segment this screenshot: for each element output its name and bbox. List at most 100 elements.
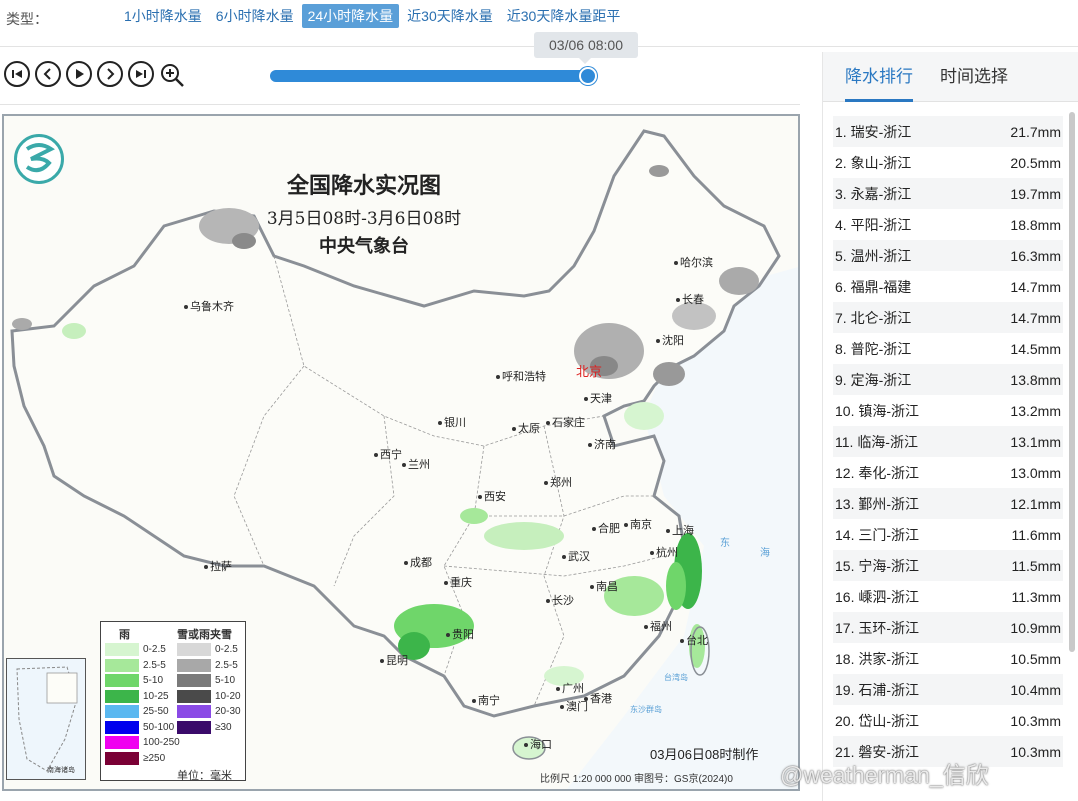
city-label: 南昌 [590, 578, 618, 594]
legend-row: ≥250 [105, 751, 180, 767]
legend-swatch [177, 643, 211, 657]
ranking-row[interactable]: 9. 定海-浙江 13.8mm [833, 364, 1063, 395]
ranking-station: 17. 玉环-浙江 [835, 619, 920, 636]
legend-label: 2.5-5 [143, 659, 166, 671]
legend-label: 0-2.5 [215, 644, 238, 656]
first-frame-button[interactable] [4, 61, 30, 87]
ranking-row[interactable]: 8. 普陀-浙江 14.5mm [833, 333, 1063, 364]
legend-row: 0-2.5 [105, 642, 180, 658]
ranking-value: 16.3mm [1010, 247, 1061, 264]
ranking-row[interactable]: 18. 洪家-浙江 10.5mm [833, 643, 1063, 674]
ranking-row[interactable]: 16. 嵊泗-浙江 11.3mm [833, 581, 1063, 612]
ranking-station: 1. 瑞安-浙江 [835, 123, 912, 140]
city-label: 西宁 [374, 446, 402, 462]
ranking-station: 18. 洪家-浙江 [835, 650, 920, 667]
zoom-button[interactable] [159, 61, 185, 89]
ranking-station: 13. 鄞州-浙江 [835, 495, 920, 512]
ranking-row[interactable]: 19. 石浦-浙江 10.4mm [833, 674, 1063, 705]
legend-swatch [177, 658, 211, 672]
ranking-value: 11.3mm [1011, 588, 1061, 605]
tab-30d-precip[interactable]: 近30天降水量 [401, 4, 499, 28]
sea-label: 海 [760, 548, 770, 559]
legend-swatch [105, 705, 139, 719]
ranking-station: 20. 岱山-浙江 [835, 712, 920, 729]
city-label: 南宁 [472, 692, 500, 708]
map-org: 中央气象台 [319, 236, 409, 257]
ranking-row[interactable]: 12. 奉化-浙江 13.0mm [833, 457, 1063, 488]
city-label: 福州 [644, 618, 672, 634]
legend-label: ≥250 [143, 752, 166, 764]
tab-time-select[interactable]: 时间选择 [940, 62, 1008, 102]
legend-row: 20-30 [177, 704, 241, 720]
ranking-value: 10.5mm [1010, 650, 1061, 667]
ranking-row[interactable]: 4. 平阳-浙江 18.8mm [833, 209, 1063, 240]
legend-label: 100-250 [143, 737, 180, 749]
ranking-value: 10.3mm [1010, 743, 1061, 760]
ranking-row[interactable]: 20. 岱山-浙江 10.3mm [833, 705, 1063, 736]
city-label: 贵阳 [446, 626, 474, 642]
ranking-value: 18.8mm [1010, 216, 1061, 233]
legend-row: ≥30 [177, 720, 241, 736]
legend-swatch [105, 658, 139, 672]
city-label: 天津 [584, 390, 612, 406]
legend-swatch [177, 674, 211, 688]
city-label: 澳门 [560, 698, 588, 714]
city-label: 哈尔滨 [674, 254, 713, 270]
prev-frame-button[interactable] [35, 61, 61, 87]
last-frame-button[interactable] [128, 61, 154, 87]
inset-label: 南海诸岛 [47, 767, 75, 774]
legend-label: 5-10 [215, 675, 236, 687]
ranking-scrollbar[interactable] [1069, 112, 1075, 652]
tab-precip-ranking[interactable]: 降水排行 [845, 62, 913, 102]
slider-thumb[interactable] [579, 67, 597, 85]
next-frame-button[interactable] [97, 61, 123, 87]
ranking-row[interactable]: 11. 临海-浙江 13.1mm [833, 426, 1063, 457]
ranking-row[interactable]: 14. 三门-浙江 11.6mm [833, 519, 1063, 550]
tab-24h-precip[interactable]: 24小时降水量 [301, 4, 400, 28]
ranking-value: 11.5mm [1011, 557, 1061, 574]
ranking-row[interactable]: 13. 鄞州-浙江 12.1mm [833, 488, 1063, 519]
legend-label: 5-10 [143, 675, 164, 687]
ranking-row[interactable]: 7. 北仑-浙江 14.7mm [833, 302, 1063, 333]
precip-map[interactable]: 全国降水实况图 3月5日08时-3月6日08时 中央气象台 乌鲁木齐 哈尔滨 长… [2, 114, 800, 791]
city-label: 郑州 [544, 474, 572, 490]
tab-30d-anomaly[interactable]: 近30天降水量距平 [501, 4, 627, 28]
prev-icon [43, 68, 51, 80]
city-label: 银川 [438, 414, 466, 430]
play-icon [76, 69, 84, 79]
ranking-value: 14.7mm [1010, 278, 1061, 295]
tab-6h-precip[interactable]: 6小时降水量 [210, 4, 300, 28]
ranking-value: 14.7mm [1010, 309, 1061, 326]
ranking-station: 6. 福鼎-福建 [835, 278, 912, 295]
ranking-value: 21.7mm [1010, 123, 1061, 140]
ranking-row[interactable]: 10. 镇海-浙江 13.2mm [833, 395, 1063, 426]
ranking-row[interactable]: 17. 玉环-浙江 10.9mm [833, 612, 1063, 643]
playback-controls [4, 61, 185, 89]
legend-snow-title: 雪或雨夹雪 [177, 629, 232, 641]
ranking-row[interactable]: 2. 象山-浙江 20.5mm [833, 147, 1063, 178]
city-label: 长沙 [546, 592, 574, 608]
time-slider[interactable] [270, 67, 597, 85]
map-legend: 雨 0-2.5 2.5-5 5-10 10-25 25-50 50-100 10… [100, 621, 246, 782]
ranking-value: 20.5mm [1010, 154, 1061, 171]
legend-label: 25-50 [143, 706, 169, 718]
ranking-row[interactable]: 5. 温州-浙江 16.3mm [833, 240, 1063, 271]
ranking-value: 10.3mm [1010, 712, 1061, 729]
ranking-value: 19.7mm [1010, 185, 1061, 202]
legend-swatch [177, 689, 211, 703]
legend-label: 50-100 [143, 721, 175, 733]
legend-label: ≥30 [215, 721, 232, 733]
type-tabs: 1小时降水量 6小时降水量 24小时降水量 近30天降水量 近30天降水量距平 [118, 4, 628, 28]
legend-row: 0-2.5 [177, 642, 241, 658]
play-button[interactable] [66, 61, 92, 87]
ranking-value: 13.8mm [1010, 371, 1061, 388]
ranking-row[interactable]: 15. 宁海-浙江 11.5mm [833, 550, 1063, 581]
ranking-row[interactable]: 3. 永嘉-浙江 19.7mm [833, 178, 1063, 209]
legend-rain-title: 雨 [119, 629, 130, 641]
city-label: 香港 [584, 690, 612, 706]
ranking-station: 7. 北仑-浙江 [835, 309, 912, 326]
ranking-row[interactable]: 6. 福鼎-福建 14.7mm [833, 271, 1063, 302]
ranking-row[interactable]: 1. 瑞安-浙江 21.7mm [833, 116, 1063, 147]
tab-1h-precip[interactable]: 1小时降水量 [118, 4, 208, 28]
map-title: 全国降水实况图 [286, 173, 441, 199]
